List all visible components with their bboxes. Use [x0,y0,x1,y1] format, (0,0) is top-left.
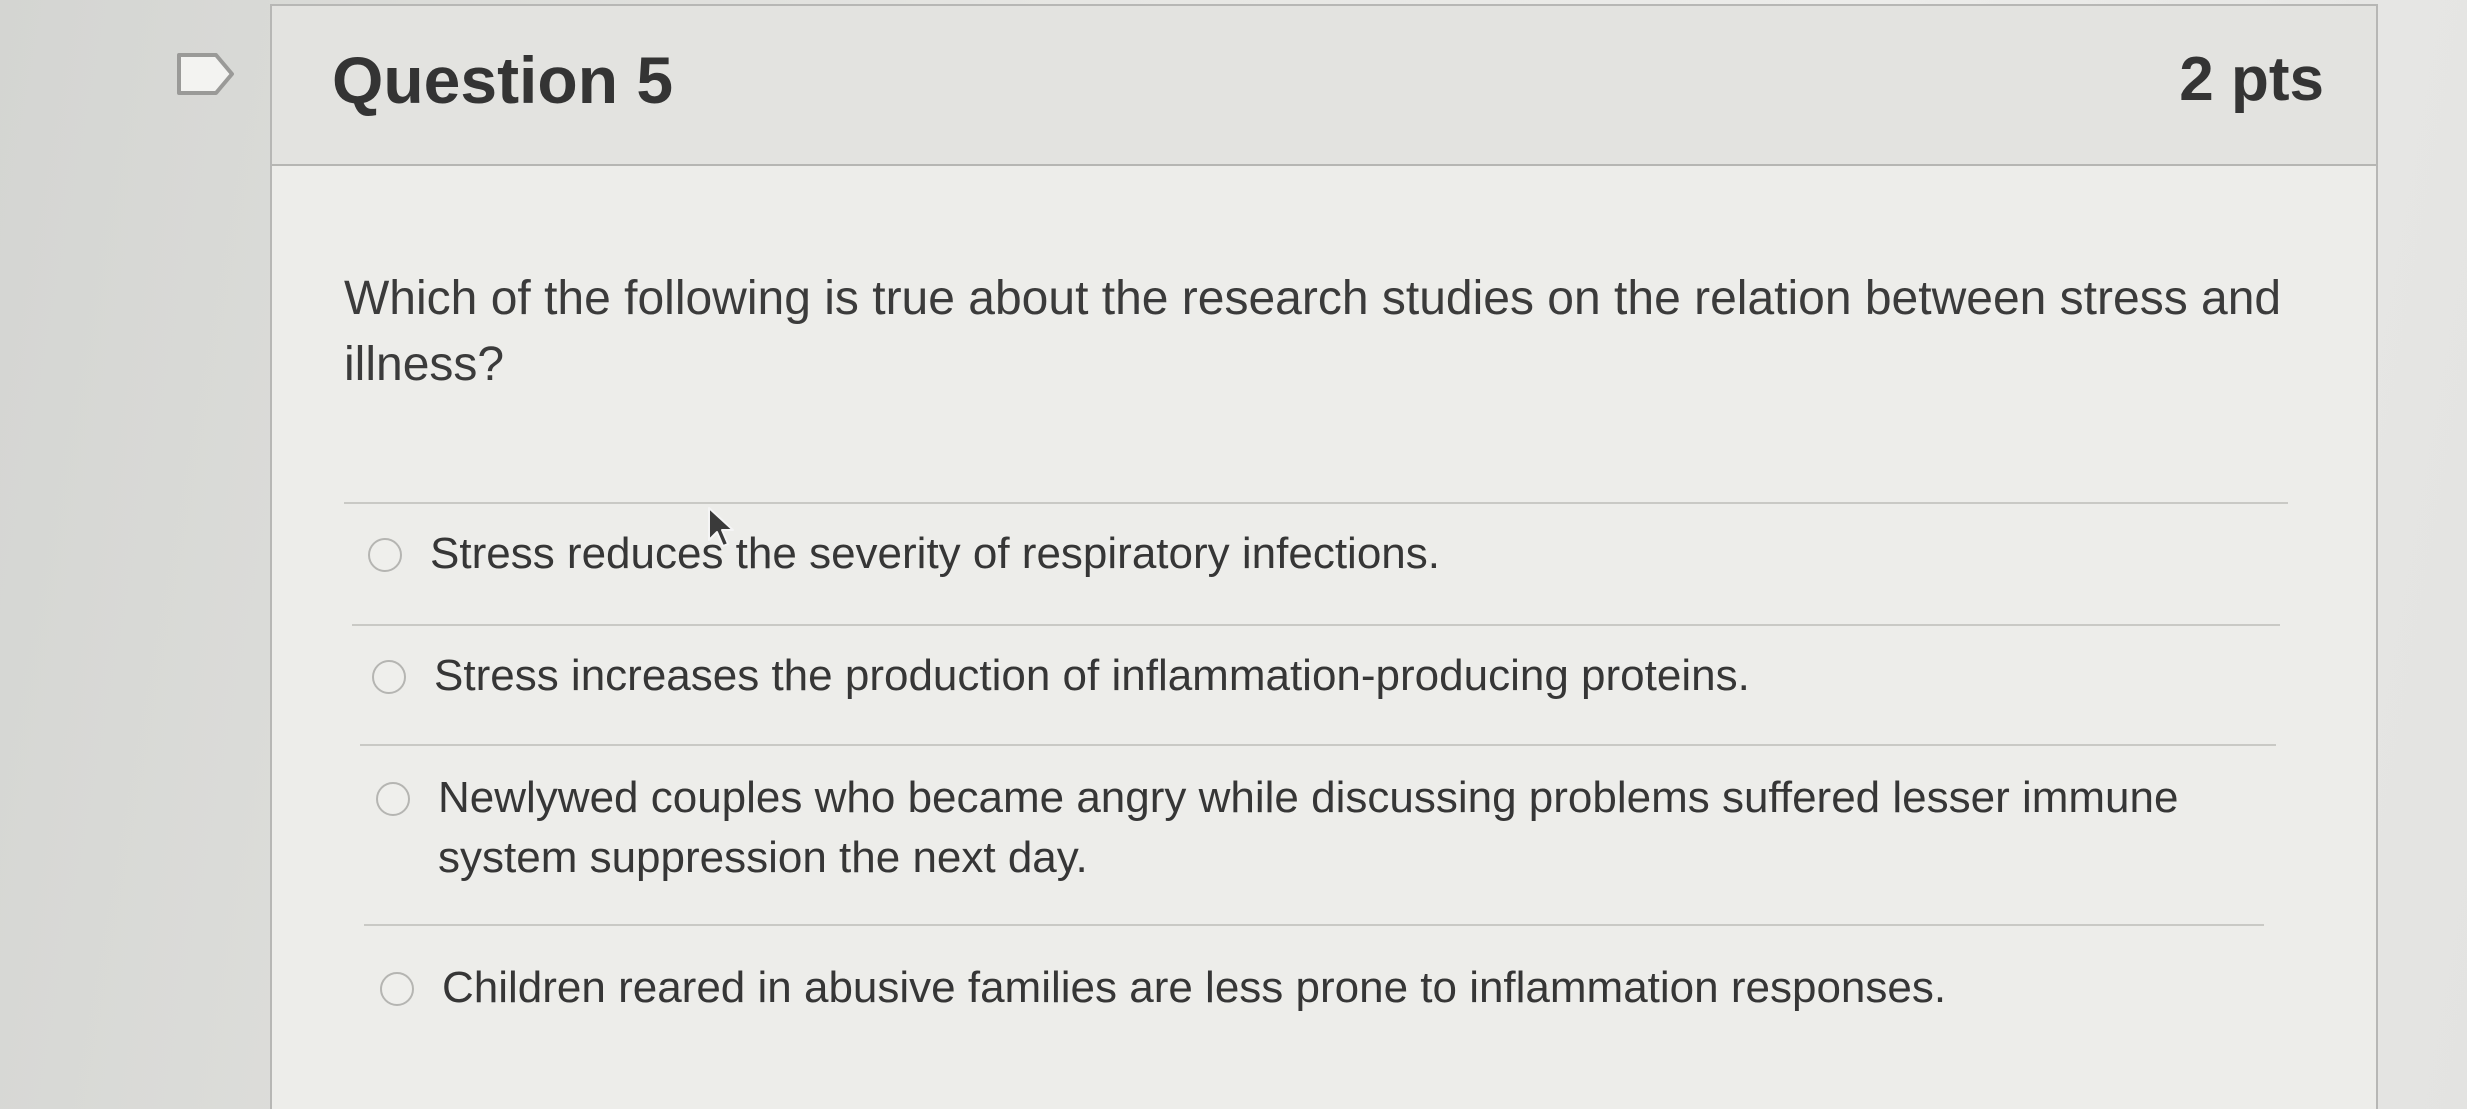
divider [360,744,2276,746]
answer-option-2[interactable]: Stress increases the production of infla… [372,646,1750,706]
question-points: 2 pts [2179,45,2324,114]
question-text: Which of the following is true about the… [344,272,2282,391]
answer-option-label: Stress increases the production of infla… [434,651,1750,700]
radio-button[interactable] [376,782,410,816]
question-card: Question 5 2 pts Which of the following … [270,4,2378,1109]
answer-option-label: Stress reduces the severity of respirato… [430,529,1440,578]
question-header: Question 5 2 pts [272,6,2376,166]
answer-option-4[interactable]: Children reared in abusive families are … [380,958,1946,1018]
answer-option-label: Children reared in abusive families are … [442,963,1947,1012]
answer-option-3[interactable]: Newlywed couples who became angry while … [376,768,2236,888]
radio-button[interactable] [372,660,406,694]
divider [364,924,2264,926]
answer-option-label: Newlywed couples who became angry while … [438,773,2179,882]
answer-option-1[interactable]: Stress reduces the severity of respirato… [368,524,1440,584]
question-title: Question 5 [332,43,674,117]
radio-button[interactable] [380,972,414,1006]
radio-button[interactable] [368,538,402,572]
flag-icon[interactable] [176,52,236,96]
divider [352,624,2280,626]
divider [344,502,2288,504]
mouse-cursor-icon [708,507,734,547]
question-body: Which of the following is true about the… [272,166,2376,1109]
quiz-page: Question 5 2 pts Which of the following … [0,0,2467,1109]
